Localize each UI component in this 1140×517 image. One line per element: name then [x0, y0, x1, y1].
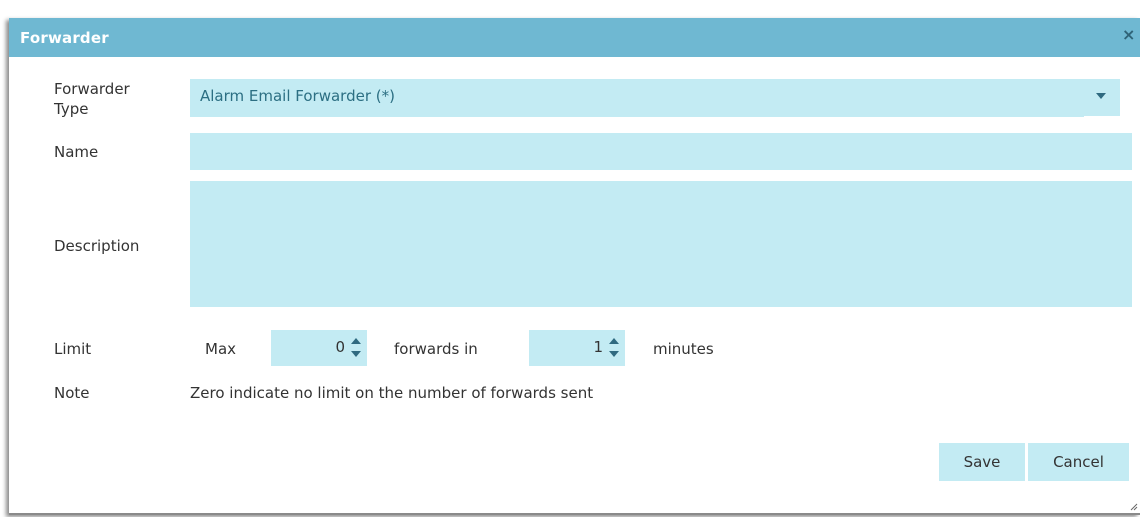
forwarder-dialog: Forwarder × Forwarder Type Alarm Email F…	[9, 18, 1140, 515]
spin-down-icon[interactable]	[351, 351, 361, 357]
minutes-label: minutes	[653, 340, 714, 358]
note-text: Zero indicate no limit on the number of …	[190, 384, 594, 402]
forwarder-type-label-line1: Forwarder	[54, 80, 130, 98]
forwarder-type-label-line2: Type	[54, 100, 89, 118]
caret-down-icon	[1096, 93, 1106, 99]
minutes-stepper[interactable]: 1	[529, 330, 625, 366]
max-label: Max	[205, 340, 237, 358]
limit-label: Limit	[54, 340, 92, 358]
forwarder-type-dropdown-button[interactable]	[1084, 79, 1120, 117]
max-forwards-value: 0	[335, 338, 345, 356]
spin-down-icon[interactable]	[609, 351, 619, 357]
close-icon[interactable]: ×	[1122, 26, 1136, 44]
forwarder-type-select[interactable]: Alarm Email Forwarder (*)	[190, 79, 1120, 117]
description-label: Description	[54, 237, 140, 255]
forwards-in-label: forwards in	[394, 340, 478, 358]
dialog-title: Forwarder	[20, 29, 109, 47]
cancel-button[interactable]: Cancel	[1028, 443, 1129, 481]
spin-up-icon[interactable]	[609, 338, 619, 344]
dialog-titlebar[interactable]: Forwarder ×	[9, 18, 1140, 57]
description-textarea[interactable]	[190, 181, 1132, 307]
max-forwards-arrows	[350, 335, 362, 361]
minutes-value: 1	[593, 338, 603, 356]
note-label: Note	[54, 384, 90, 402]
forwarder-type-label: Forwarder Type	[54, 79, 130, 119]
max-forwards-stepper[interactable]: 0	[271, 330, 367, 366]
name-input[interactable]	[190, 133, 1132, 170]
spin-up-icon[interactable]	[351, 338, 361, 344]
save-button[interactable]: Save	[939, 443, 1025, 481]
minutes-arrows	[608, 335, 620, 361]
forwarder-type-value: Alarm Email Forwarder (*)	[200, 87, 395, 105]
resize-grip-icon[interactable]	[1130, 503, 1138, 511]
name-label: Name	[54, 143, 99, 161]
